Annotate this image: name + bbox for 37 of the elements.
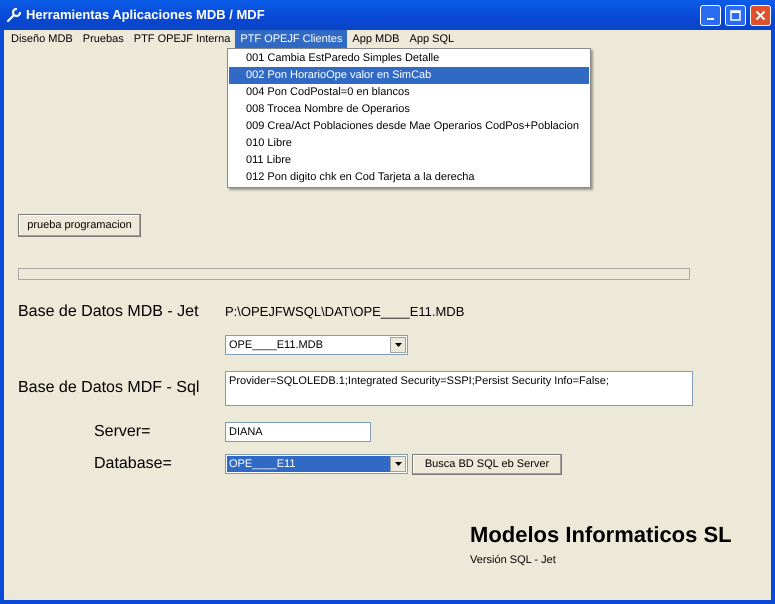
dropdown-arrow-icon (394, 462, 402, 466)
mdf-label: Base de Datos MDF - Sql (18, 378, 200, 398)
connection-field[interactable]: Provider=SQLOLEDB.1;Integrated Security=SSPI;Persist Security Info=False; (225, 371, 693, 406)
mdb-combo[interactable]: OPE____E11.MDB (225, 335, 408, 355)
minimize-icon (707, 18, 714, 20)
menu-item[interactable]: App SQL (404, 30, 460, 48)
dropdown-item[interactable]: 009 Crea/Act Poblaciones desde Mae Operarios CodPos+Poblacion (229, 118, 589, 135)
window-title: Herramientas Aplicaciones MDB / MDF (26, 6, 265, 24)
mdb-path: P:\OPEJFWSQL\DAT\OPE____E11.MDB (225, 303, 464, 322)
close-button[interactable] (750, 4, 771, 26)
mdb-label: Base de Datos MDB - Jet (18, 302, 200, 322)
database-label: Database= (93, 454, 173, 474)
wrench-icon (6, 7, 22, 23)
dropdown-item[interactable]: 001 Cambia EstParedo Simples Detalle (229, 50, 589, 67)
company-name: Modelos Informaticos SL (470, 522, 733, 548)
menu-item[interactable]: App MDB (347, 30, 404, 48)
menu-item[interactable]: PTF OPEJF Clientes (235, 30, 348, 48)
server-label: Server= (93, 422, 152, 442)
close-icon (755, 10, 766, 20)
dropdown-item[interactable]: 008 Trocea Nombre de Operarios (229, 101, 589, 118)
dropdown-item[interactable]: 002 Pon HorarioOpe valor en SimCab (229, 67, 589, 84)
minimize-button[interactable] (700, 4, 721, 26)
menu-item[interactable]: Diseño MDB (6, 30, 78, 48)
search-database-button[interactable]: Busca BD SQL eb Server (412, 454, 562, 474)
version-text: Versión SQL - Jet (470, 553, 557, 568)
dropdown-item[interactable]: 010 Libre (229, 135, 589, 152)
dropdown-arrow-icon (394, 343, 402, 347)
maximize-icon (730, 10, 741, 20)
server-field[interactable]: DIANA (225, 422, 371, 442)
dropdown-item[interactable]: 004 Pon CodPostal=0 en blancos (229, 84, 589, 101)
database-combo[interactable]: OPE____E11 (225, 454, 408, 474)
menu-item[interactable]: Pruebas (78, 30, 129, 48)
dropdown-item[interactable]: 011 Libre (229, 152, 589, 169)
menu-item[interactable]: PTF OPEJF Interna (128, 30, 236, 48)
maximize-button[interactable] (725, 4, 746, 26)
test-button[interactable]: prueba programacion (18, 214, 141, 237)
dropdown-item[interactable]: 012 Pon digito chk en Cod Tarjeta a la derecha (229, 169, 589, 186)
